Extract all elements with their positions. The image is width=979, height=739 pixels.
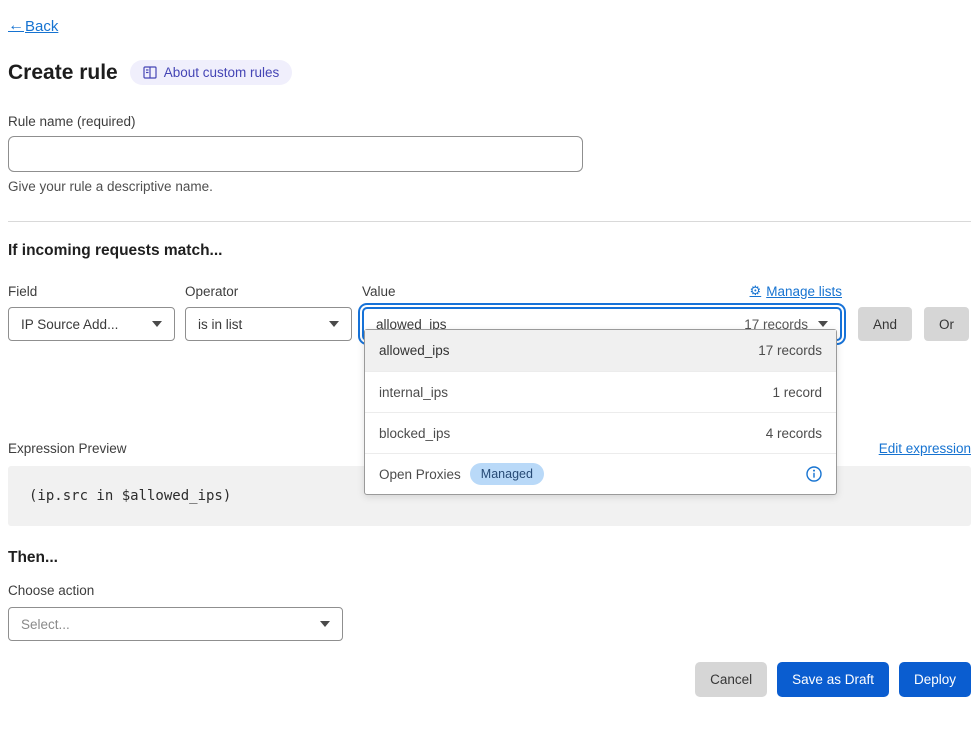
back-arrow-icon: ← — [8, 17, 24, 35]
info-icon[interactable] — [806, 466, 822, 482]
list-name: Open Proxies — [379, 467, 461, 482]
expression-preview-label: Expression Preview — [8, 441, 127, 456]
list-record-count: 1 record — [772, 385, 822, 400]
deploy-button[interactable]: Deploy — [899, 662, 971, 697]
about-custom-rules-badge[interactable]: About custom rules — [130, 60, 293, 85]
footer-actions: Cancel Save as Draft Deploy — [8, 662, 971, 697]
list-name: allowed_ips — [379, 343, 450, 358]
list-name: blocked_ips — [379, 426, 450, 441]
rule-name-input[interactable] — [8, 136, 583, 172]
field-select-value: IP Source Add... — [21, 317, 142, 332]
dropdown-item-allowed-ips[interactable]: allowed_ips 17 records — [365, 330, 836, 371]
chevron-down-icon — [152, 321, 162, 327]
list-record-count: 17 records — [758, 343, 822, 358]
condition-row: Field IP Source Add... Operator is in li… — [8, 283, 971, 341]
operator-select[interactable]: is in list — [185, 307, 352, 341]
list-record-count: 4 records — [766, 426, 822, 441]
match-section-heading: If incoming requests match... — [8, 242, 971, 260]
back-row: ←Back — [8, 0, 971, 35]
gear-icon: ⚙ — [750, 283, 762, 299]
chevron-down-icon — [329, 321, 339, 327]
dropdown-item-internal-ips[interactable]: internal_ips 1 record — [365, 371, 836, 412]
create-rule-page: ←Back Create rule About custom rules Rul… — [0, 0, 979, 739]
dropdown-item-blocked-ips[interactable]: blocked_ips 4 records — [365, 412, 836, 453]
save-as-draft-button[interactable]: Save as Draft — [777, 662, 889, 697]
chevron-down-icon — [818, 321, 828, 327]
and-button[interactable]: And — [858, 307, 912, 341]
operator-label: Operator — [185, 284, 352, 299]
page-title: Create rule — [8, 61, 118, 85]
choose-action-label: Choose action — [8, 583, 971, 598]
list-name: internal_ips — [379, 385, 448, 400]
back-link[interactable]: ←Back — [8, 17, 58, 35]
manage-lists-link[interactable]: ⚙ Manage lists — [750, 283, 842, 299]
back-label: Back — [25, 18, 58, 35]
section-divider — [8, 221, 971, 222]
about-badge-label: About custom rules — [164, 65, 280, 80]
dropdown-item-open-proxies[interactable]: Open Proxies Managed — [365, 453, 836, 494]
expression-code: (ip.src in $allowed_ips) — [29, 488, 231, 504]
title-row: Create rule About custom rules — [8, 60, 971, 85]
rule-name-label: Rule name (required) — [8, 114, 971, 129]
book-icon — [143, 66, 157, 79]
chevron-down-icon — [320, 621, 330, 627]
action-select[interactable]: Select... — [8, 607, 343, 641]
value-label: Value — [362, 284, 396, 299]
or-button[interactable]: Or — [924, 307, 969, 341]
manage-lists-label: Manage lists — [766, 284, 842, 299]
rule-name-helper: Give your rule a descriptive name. — [8, 179, 971, 194]
field-label: Field — [8, 284, 175, 299]
field-select[interactable]: IP Source Add... — [8, 307, 175, 341]
managed-badge: Managed — [470, 463, 544, 485]
edit-expression-link[interactable]: Edit expression — [879, 441, 971, 456]
action-select-placeholder: Select... — [21, 617, 310, 632]
then-section-heading: Then... — [8, 549, 971, 567]
operator-select-value: is in list — [198, 317, 319, 332]
value-dropdown-menu: allowed_ips 17 records internal_ips 1 re… — [364, 329, 837, 495]
cancel-button[interactable]: Cancel — [695, 662, 767, 697]
